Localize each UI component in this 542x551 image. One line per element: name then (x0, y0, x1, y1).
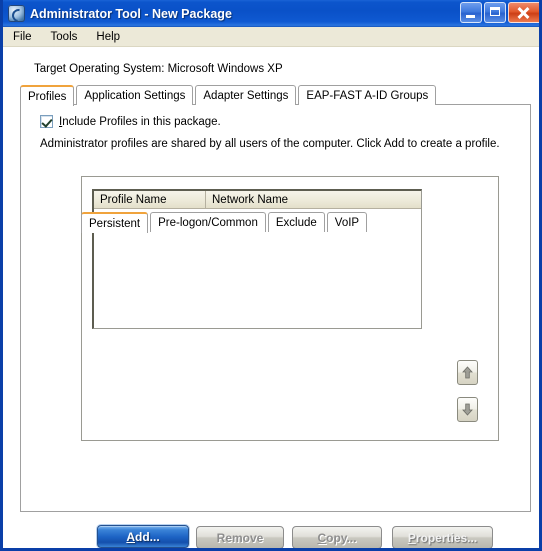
remove-button-prefix: R (216, 530, 226, 545)
add-button-label: dd... (135, 529, 160, 544)
properties-button-accel: P (407, 530, 416, 545)
properties-button-label: roperties... (415, 530, 478, 545)
copy-button-label: opy... (326, 530, 357, 545)
menu-item-file[interactable]: File (10, 29, 40, 45)
profiles-list-view[interactable]: Profile Name Network Name (92, 189, 422, 329)
target-os-label: Target Operating System: Microsoft Windo… (34, 63, 283, 75)
properties-button[interactable]: Properties... (392, 526, 493, 548)
profiles-list-header: Profile Name Network Name (94, 191, 421, 209)
tab-eap-fast-aid-groups[interactable]: EAP-FAST A-ID Groups (298, 85, 437, 105)
inner-tab-pre-logon-common[interactable]: Pre-logon/Common (150, 212, 266, 232)
menu-bar: File Tools Help (3, 27, 539, 47)
column-header-profile-name[interactable]: Profile Name (94, 191, 206, 208)
window-title: Administrator Tool - New Package (30, 6, 232, 21)
include-profiles-text: nclude Profiles in this package. (62, 115, 221, 128)
arrow-up-icon (462, 366, 473, 379)
app-globe-icon (8, 5, 25, 22)
profiles-tab-panel: Include Profiles in this package. Admini… (20, 104, 531, 548)
add-button-accel: A (126, 529, 135, 544)
menu-item-help[interactable]: Help (93, 29, 128, 45)
inner-tab-exclude[interactable]: Exclude (267, 212, 325, 232)
copy-button-accel: C (317, 530, 327, 545)
tab-profiles[interactable]: Profiles (20, 85, 75, 106)
menu-item-tools[interactable]: Tools (48, 29, 86, 45)
close-window-button[interactable] (508, 2, 539, 23)
inner-tab-persistent[interactable]: Persistent (81, 212, 149, 233)
arrow-down-icon (462, 403, 473, 416)
column-header-network-name[interactable]: Network Name (206, 191, 421, 208)
copy-button[interactable]: Copy... (292, 526, 382, 548)
client-area: Target Operating System: Microsoft Windo… (3, 47, 539, 548)
add-button[interactable]: Add... (97, 525, 189, 548)
tab-application-settings[interactable]: Application Settings (76, 85, 194, 105)
minimize-button[interactable] (460, 2, 482, 23)
remove-button-label: emove (225, 530, 264, 545)
move-up-button[interactable] (457, 360, 478, 385)
tab-adapter-settings[interactable]: Adapter Settings (195, 85, 297, 105)
application-window: Administrator Tool - New Package File To… (0, 0, 542, 551)
outer-tab-strip: Profiles Application Settings Adapter Se… (20, 84, 438, 106)
title-bar[interactable]: Administrator Tool - New Package (3, 0, 539, 27)
inner-tab-voip[interactable]: VoIP (326, 212, 368, 232)
window-controls (460, 2, 539, 23)
include-profiles-checkbox[interactable] (40, 115, 53, 128)
profiles-description: Administrator profiles are shared by all… (40, 138, 500, 150)
remove-button[interactable]: Remove (196, 526, 284, 548)
include-profiles-label: Include Profiles in this package. (59, 116, 221, 128)
inner-tab-strip-wrap: Persistent Pre-logon/Common Exclude VoIP (81, 211, 369, 233)
include-profiles-row[interactable]: Include Profiles in this package. (40, 115, 221, 128)
move-down-button[interactable] (457, 397, 478, 422)
maximize-button[interactable] (484, 2, 506, 23)
